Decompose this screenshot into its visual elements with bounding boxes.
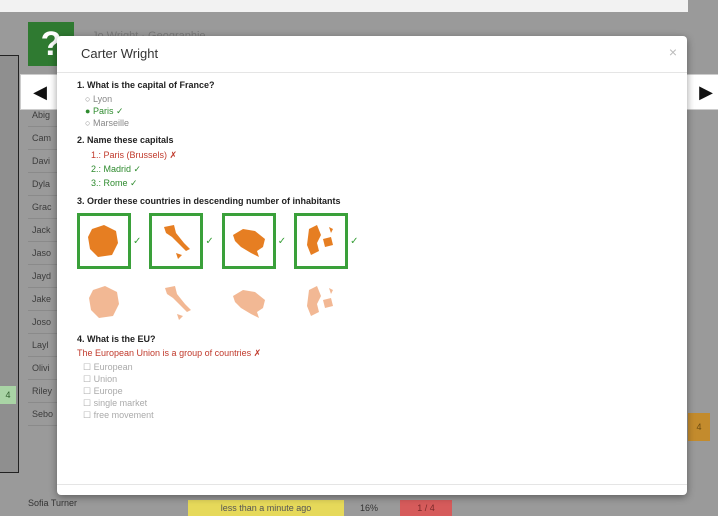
denmark-icon bbox=[307, 225, 334, 255]
option-label: Paris ✓ bbox=[92, 106, 124, 116]
answer-list: 1.: Paris (Brussels) ✗ 2.: Madrid ✓ 3.: … bbox=[77, 148, 677, 190]
answer-item: 2.: Madrid ✓ bbox=[91, 162, 677, 176]
answer-text: : Rome ✓ bbox=[98, 178, 138, 188]
keyword-label: single market bbox=[93, 398, 148, 408]
italy-map bbox=[149, 213, 204, 269]
student-answer: The European Union is a group of countri… bbox=[77, 348, 262, 358]
answer-options: ○ Lyon ● Paris ✓ ○ Marseille bbox=[77, 93, 677, 129]
option-label: Lyon bbox=[92, 94, 113, 104]
bottom-student-name: Sofia Turner bbox=[28, 498, 78, 508]
check-icon: ✓ bbox=[277, 235, 287, 247]
keyword-item: ☐ Europe bbox=[83, 386, 123, 396]
option-item: ○ Lyon bbox=[85, 93, 677, 105]
belgium-map bbox=[221, 213, 276, 269]
belgium-ghost-map bbox=[225, 280, 273, 324]
check-icon: ✓ bbox=[133, 235, 142, 247]
time-badge: less than a minute ago bbox=[188, 500, 344, 516]
keyword-item: ☐ Union bbox=[83, 374, 118, 384]
keyword-label: Union bbox=[93, 374, 118, 384]
answer-item: 1.: Paris (Brussels) ✗ bbox=[91, 148, 677, 162]
keyword-item: ☐ free movement bbox=[83, 410, 154, 420]
answer-text: : Madrid ✓ bbox=[98, 164, 142, 174]
top-strip bbox=[0, 0, 718, 12]
close-icon[interactable]: × bbox=[669, 44, 677, 60]
question-title: 3. Order these countries in descending n… bbox=[77, 196, 341, 206]
answer-text: : Paris (Brussels) ✗ bbox=[98, 150, 178, 160]
map-item: ✓ bbox=[149, 212, 214, 270]
denmark-ghost-map bbox=[297, 280, 345, 324]
answer-number: 1. bbox=[91, 150, 99, 160]
keyword-label: free movement bbox=[93, 410, 154, 420]
reference-maps bbox=[81, 280, 677, 324]
keyword-label: European bbox=[93, 362, 133, 372]
keyword-item: ☐ single market bbox=[83, 398, 148, 408]
keyword-label: Europe bbox=[93, 386, 123, 396]
modal-footer bbox=[57, 484, 687, 495]
italy-ghost-map bbox=[153, 280, 201, 324]
map-item: ✓ bbox=[221, 212, 287, 270]
score-badge-red: 1 / 4 bbox=[400, 500, 452, 516]
modal-header: Carter Wright × bbox=[57, 36, 687, 73]
france-icon bbox=[89, 286, 119, 318]
next-arrow-icon[interactable]: ▶ bbox=[686, 74, 718, 110]
radio-icon: ○ bbox=[85, 118, 91, 128]
map-item: ✓ bbox=[77, 212, 141, 270]
check-icon: ✓ bbox=[350, 235, 359, 247]
italy-icon bbox=[164, 225, 191, 259]
question-title: 1. What is the capital of France? bbox=[77, 80, 215, 90]
modal-title: Carter Wright bbox=[81, 46, 159, 61]
france-map bbox=[77, 213, 131, 269]
score-badge-orange: 4 bbox=[688, 413, 710, 441]
keyword-item: ☐ European bbox=[83, 362, 133, 372]
option-item: ● Paris ✓ bbox=[85, 105, 677, 117]
answer-item: 3.: Rome ✓ bbox=[91, 176, 677, 190]
results-modal: Carter Wright × 1. What is the capital o… bbox=[57, 36, 687, 495]
ordered-maps: ✓ ✓ ✓ ✓ bbox=[77, 212, 677, 270]
option-label: Marseille bbox=[92, 118, 129, 128]
question-title: 2. Name these capitals bbox=[77, 135, 174, 145]
france-ghost-map bbox=[81, 280, 129, 324]
france-icon bbox=[88, 225, 118, 257]
question-title: 4. What is the EU? bbox=[77, 334, 156, 344]
map-item: ✓ bbox=[294, 212, 359, 270]
italy-icon bbox=[165, 286, 191, 320]
denmark-map bbox=[294, 213, 349, 269]
denmark-icon bbox=[307, 286, 333, 316]
percent-value: 16% bbox=[360, 503, 379, 513]
previous-arrow-icon[interactable]: ◀ bbox=[20, 74, 60, 110]
answer-number: 2. bbox=[91, 164, 99, 174]
option-item: ○ Marseille bbox=[85, 117, 677, 129]
belgium-icon bbox=[232, 229, 265, 257]
left-panel bbox=[0, 55, 19, 473]
modal-body: 1. What is the capital of France? ○ Lyon… bbox=[77, 80, 677, 421]
answer-number: 3. bbox=[91, 178, 99, 188]
radio-selected-icon: ● bbox=[85, 106, 91, 116]
belgium-icon bbox=[233, 290, 265, 318]
check-icon: ✓ bbox=[205, 235, 214, 247]
score-badge-green: 4 bbox=[0, 386, 16, 404]
keyword-list: ☐ European ☐ Union ☐ Europe ☐ single mar… bbox=[77, 361, 677, 421]
radio-icon: ○ bbox=[85, 94, 91, 104]
